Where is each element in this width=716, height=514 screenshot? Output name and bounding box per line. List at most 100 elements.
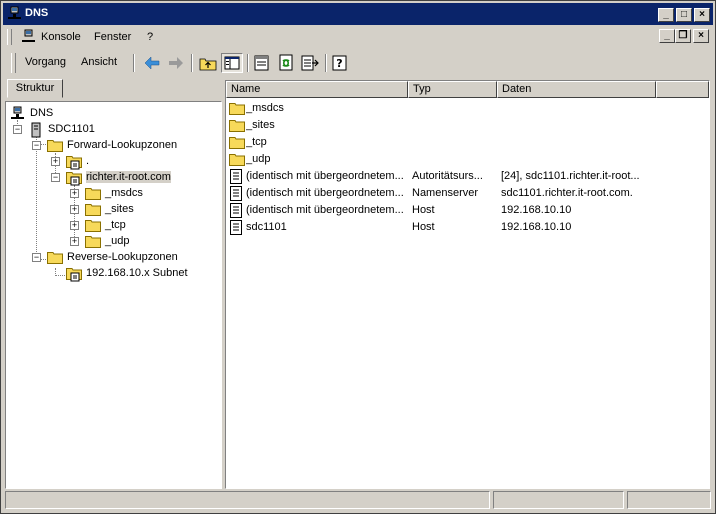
status-pane-main xyxy=(5,491,490,509)
column-header-name[interactable]: Name xyxy=(226,81,408,98)
cell-data: sdc1101.richter.it-root.com. xyxy=(501,187,633,199)
column-header-type[interactable]: Typ xyxy=(408,81,497,98)
cell-name: _sites xyxy=(246,119,275,131)
zone-icon xyxy=(66,172,82,186)
toolbar-separator xyxy=(325,54,327,72)
tree-label: _sites xyxy=(105,203,134,215)
toolbar-separator xyxy=(247,54,249,72)
list-row[interactable]: (identisch mit übergeordnetem... Host 192.… xyxy=(226,202,706,219)
toolbar-separator xyxy=(133,54,135,72)
menu-fenster[interactable]: Fenster xyxy=(94,31,131,43)
tree-node-tcp[interactable]: _tcp xyxy=(85,218,165,234)
tree-label: _udp xyxy=(105,235,130,247)
maximize-button[interactable]: □ xyxy=(676,8,692,22)
collapse-toggle[interactable]: − xyxy=(32,253,41,262)
menu-vorgang[interactable]: Vorgang xyxy=(25,56,66,68)
status-bar xyxy=(5,491,711,509)
cell-name: (identisch mit übergeordnetem... xyxy=(246,170,404,182)
column-header-data[interactable]: Daten xyxy=(497,81,656,98)
tree-label: _tcp xyxy=(105,219,126,231)
window-title: DNS xyxy=(25,7,49,19)
svg-text:?: ? xyxy=(336,57,342,70)
cell-data: [24], sdc1101.richter.it-root... xyxy=(501,170,640,182)
collapse-toggle[interactable]: − xyxy=(51,173,60,182)
tree-node-msdcs[interactable]: _msdcs xyxy=(85,186,165,202)
back-arrow-icon[interactable] xyxy=(141,53,163,73)
record-icon xyxy=(230,169,242,184)
properties-icon[interactable] xyxy=(251,53,273,73)
close-button[interactable]: × xyxy=(694,8,710,22)
collapse-toggle[interactable]: − xyxy=(13,125,22,134)
tree-label: . xyxy=(86,155,90,167)
folder-icon xyxy=(85,188,101,200)
list-row[interactable]: _msdcs xyxy=(226,100,706,117)
mdi-restore-button[interactable]: ❐ xyxy=(675,29,691,43)
tree-label: Reverse-Lookupzonen xyxy=(67,251,178,263)
cell-name: sdc1101 xyxy=(246,221,287,233)
record-icon xyxy=(230,220,242,235)
collapse-toggle[interactable]: − xyxy=(32,141,41,150)
tree-node-udp[interactable]: _udp xyxy=(85,234,165,250)
cell-name: (identisch mit übergeordnetem... xyxy=(246,204,404,216)
expand-toggle[interactable]: + xyxy=(70,189,79,198)
folder-icon xyxy=(85,236,101,248)
list-row[interactable]: (identisch mit übergeordnetem... Namenser… xyxy=(226,185,706,202)
tree-pane[interactable]: DNS − SDC1101 − Forward-Lookupzonen + . … xyxy=(5,101,222,489)
expand-toggle[interactable]: + xyxy=(51,157,60,166)
tree-node-zone-selected[interactable]: richter.it-root.com xyxy=(66,170,196,186)
forward-arrow-icon[interactable] xyxy=(165,53,187,73)
expand-toggle[interactable]: + xyxy=(70,237,79,246)
folder-icon xyxy=(47,252,63,264)
dns-window: DNS _ □ × Konsole Fenster ? _ ❐ × Vorgan… xyxy=(0,0,716,514)
menubar-grip[interactable] xyxy=(7,29,12,45)
tree-label: 192.168.10.x Subnet xyxy=(86,267,188,279)
title-bar[interactable]: DNS _ □ × xyxy=(3,3,713,25)
dns-icon xyxy=(11,106,24,119)
zone-icon xyxy=(66,156,82,170)
expand-toggle[interactable]: + xyxy=(70,205,79,214)
cell-type: Host xyxy=(412,221,435,233)
mdi-close-button[interactable]: × xyxy=(693,29,709,43)
tree-node-dot-zone[interactable]: . xyxy=(66,154,126,170)
tree-label: Forward-Lookupzonen xyxy=(67,139,178,151)
menu-ansicht[interactable]: Ansicht xyxy=(81,56,117,68)
minimize-button[interactable]: _ xyxy=(658,8,674,22)
tree-node-server[interactable]: SDC1101 xyxy=(28,122,148,138)
folder-icon xyxy=(229,154,245,166)
menu-konsole[interactable]: Konsole xyxy=(41,31,81,43)
status-pane-3 xyxy=(627,491,711,509)
expand-toggle[interactable]: + xyxy=(70,221,79,230)
cell-name: (identisch mit übergeordnetem... xyxy=(246,187,404,199)
tree-node-forward-lookup[interactable]: Forward-Lookupzonen xyxy=(47,138,217,154)
tree-node-subnet[interactable]: 192.168.10.x Subnet xyxy=(66,266,216,282)
details-list[interactable]: Name Typ Daten _msdcs _sites _tcp _udp (iden… xyxy=(225,80,710,489)
export-list-icon[interactable] xyxy=(299,53,321,73)
list-row[interactable]: (identisch mit übergeordnetem... Autoritä… xyxy=(226,168,706,185)
tree-pane-icon xyxy=(224,56,240,70)
folder-icon xyxy=(229,137,245,149)
folder-icon xyxy=(85,220,101,232)
help-icon[interactable]: ? xyxy=(329,53,351,73)
show-hide-tree-button[interactable] xyxy=(221,53,243,73)
folder-icon xyxy=(229,103,245,115)
folder-icon xyxy=(229,120,245,132)
list-row[interactable]: _tcp xyxy=(226,134,706,151)
refresh-icon[interactable] xyxy=(275,53,297,73)
up-folder-icon[interactable] xyxy=(197,53,219,73)
toolbar-grip[interactable] xyxy=(11,53,16,73)
tree-label: richter.it-root.com xyxy=(86,171,171,183)
dns-app-icon xyxy=(8,6,21,19)
tree-node-dns[interactable]: DNS xyxy=(10,106,130,122)
tree-node-reverse-lookup[interactable]: Reverse-Lookupzonen xyxy=(47,250,217,266)
list-row[interactable]: _udp xyxy=(226,151,706,168)
list-row[interactable]: _sites xyxy=(226,117,706,134)
list-row[interactable]: sdc1101 Host 192.168.10.10 xyxy=(226,219,706,236)
tree-node-sites[interactable]: _sites xyxy=(85,202,165,218)
cell-type: Autoritätsurs... xyxy=(412,170,483,182)
cell-type: Namenserver xyxy=(412,187,479,199)
mdi-minimize-button[interactable]: _ xyxy=(659,29,675,43)
zone-icon xyxy=(66,268,82,282)
cell-name: _tcp xyxy=(246,136,267,148)
tab-struktur[interactable]: Struktur xyxy=(7,79,63,98)
menu-help[interactable]: ? xyxy=(147,31,153,43)
